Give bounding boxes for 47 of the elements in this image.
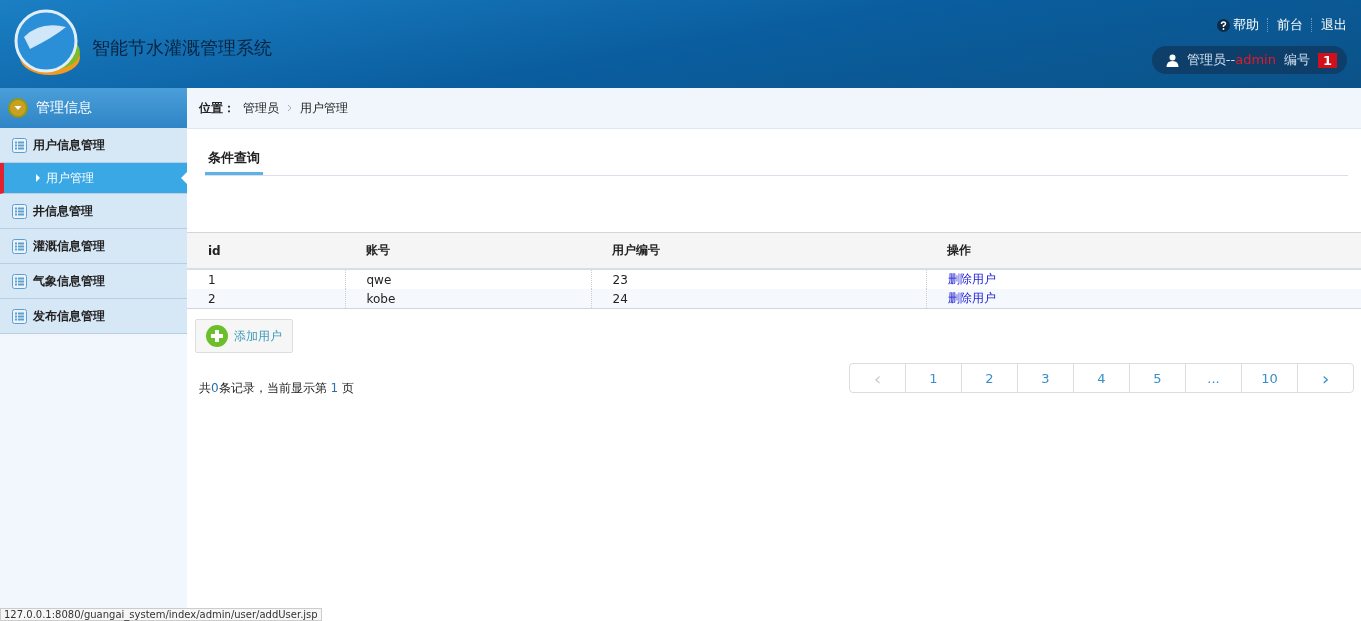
query-tab[interactable]: 条件查询 (205, 149, 263, 175)
record-summary: 共0条记录，当前显示第 1 页 (199, 380, 354, 397)
header-link[interactable]: 前台 (1277, 16, 1303, 34)
page-button[interactable]: 5 (1129, 364, 1185, 392)
list-icon (12, 203, 27, 219)
next-page-button[interactable]: › (1297, 364, 1353, 392)
breadcrumb-label: 位置： (199, 99, 235, 117)
app-title: 智能节水灌溉管理系统 (92, 36, 272, 60)
sidebar-menu-item[interactable]: 用户信息管理 (0, 128, 187, 163)
page-button[interactable]: 3 (1017, 364, 1073, 392)
page-button[interactable]: 4 (1073, 364, 1129, 392)
list-icon (12, 137, 27, 153)
sidebar-menu-item[interactable]: 井信息管理 (0, 194, 187, 229)
help-icon (1217, 18, 1230, 32)
list-icon (12, 273, 27, 289)
table-cell: kobe (345, 289, 591, 309)
sidebar-heading: 管理信息 (0, 88, 187, 128)
page-button[interactable]: 2 (961, 364, 1017, 392)
dropdown-circle-icon (8, 98, 28, 118)
table-cell: 2 (187, 289, 345, 309)
column-header: 操作 (926, 232, 1361, 269)
delete-user-link[interactable]: 删除用户 (947, 291, 996, 305)
header-link[interactable]: 帮助 (1217, 16, 1259, 34)
breadcrumb-item[interactable]: 用户管理 (300, 99, 348, 117)
sidebar-menu-item[interactable]: 气象信息管理 (0, 264, 187, 299)
page-button[interactable]: 10 (1241, 364, 1297, 392)
column-header: 账号 (345, 232, 591, 269)
person-icon (1165, 53, 1179, 67)
sidebar-menu-item[interactable]: 灌溉信息管理 (0, 229, 187, 264)
chevron-icon (287, 104, 292, 112)
user-label: 管理员--admin (1186, 51, 1276, 69)
table-cell: 24 (591, 289, 926, 309)
delete-user-link[interactable]: 删除用户 (947, 272, 996, 286)
number-badge: 1 (1317, 52, 1337, 68)
header-link[interactable]: 退出 (1321, 16, 1347, 34)
table-cell: 1 (187, 269, 345, 289)
plus-circle-icon (206, 325, 228, 347)
list-icon (12, 238, 27, 254)
sidebar-menu-item[interactable]: 发布信息管理 (0, 299, 187, 334)
page-button[interactable]: 1 (905, 364, 961, 392)
status-url: 127.0.0.1:8080/guangai_system/index/admin/user/addUser.jsp (0, 608, 322, 621)
breadcrumb-item[interactable]: 管理员 (243, 99, 279, 117)
column-header: 用户编号 (591, 232, 926, 269)
column-header: id (187, 232, 345, 269)
number-label: 编号 (1283, 51, 1310, 69)
list-icon (12, 308, 27, 324)
page-button[interactable]: ... (1185, 364, 1241, 392)
